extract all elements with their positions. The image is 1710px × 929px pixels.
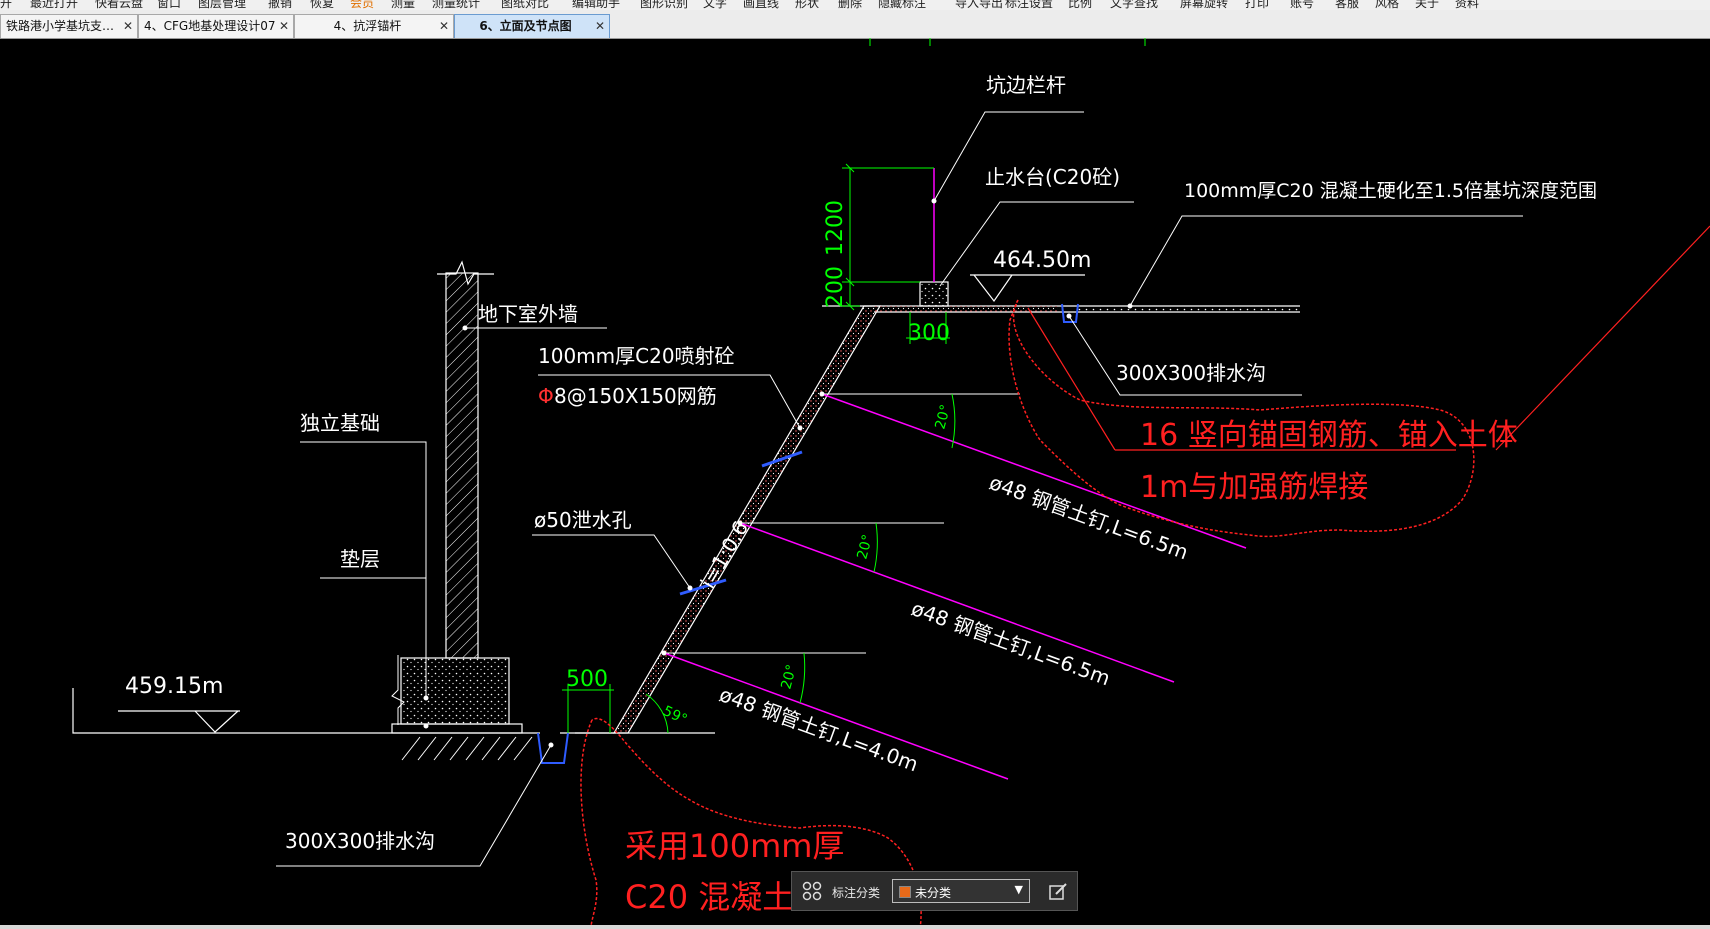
top-ticks (869, 38, 1146, 46)
water-stop-label: 止水台(C20砼) (985, 165, 1120, 189)
status-bar (0, 925, 1710, 929)
ditch-top-label: 300X300排水沟 (1116, 361, 1266, 385)
class-color-swatch (899, 886, 911, 898)
menu-item[interactable]: 快看云盘 (95, 0, 143, 10)
drawing-canvas[interactable]: 459.15m 地下室外墙 独立基础 垫层 300X300排水沟 464.50m… (0, 38, 1710, 929)
menu-item[interactable]: 客服 (1335, 0, 1359, 10)
mesh-phi-label: Φ (538, 384, 554, 408)
menu-item[interactable]: 测量 (391, 0, 415, 10)
dim-500-label: 500 (566, 667, 608, 692)
slope-face (612, 305, 882, 734)
cushion-label: 垫层 (340, 547, 380, 571)
tab-cfg-foundation[interactable]: 4、CFG地基处理设计0713 ✕ (138, 14, 294, 38)
tab-label: 4、CFG地基处理设计0713 (144, 19, 275, 33)
elevation-top-label: 464.50m (993, 248, 1091, 273)
markup-top-line1: 16 竖向锚固钢筋、锚入土体 (1140, 418, 1518, 453)
menu-item[interactable]: 关于 (1415, 0, 1439, 10)
menu-item[interactable]: 图层管理 (198, 0, 246, 10)
menu-bar: 开 最近打开 快看云盘 窗口 图层管理 撤销 恢复 会员 测量 测量统计 图纸对比 编辑助手 图形识别 文… (0, 0, 1710, 10)
isolated-foundation (400, 657, 510, 725)
drain-hole-label: ø50泄水孔 (534, 508, 632, 532)
angle-20-low-label: 20° (778, 663, 800, 691)
foundation-label: 独立基础 (300, 411, 380, 435)
menu-item[interactable]: 恢复 (310, 0, 334, 10)
tab-label: 铁路港小学基坑支… (6, 19, 115, 33)
class-select-value: 未分类 (915, 886, 952, 900)
nail-2-label: ø48 钢管土钉,L=6.5m (908, 596, 1113, 690)
shotcrete-label: 100mm厚C20喷射砼 (538, 344, 735, 368)
tab-label: 4、抗浮锚杆 (333, 19, 402, 33)
elevation-marker-top (970, 274, 1085, 303)
dim-200-label: 200 (823, 266, 848, 308)
menu-item[interactable]: 导入导出 (955, 0, 1003, 10)
drain-hole-leader (532, 534, 693, 591)
close-icon[interactable]: ✕ (595, 15, 605, 37)
chevron-down-icon: ▼ (1014, 883, 1023, 896)
menu-item[interactable]: 隐藏标注 (878, 0, 926, 10)
document-tab-bar: 铁路港小学基坑支… ✕ 4、CFG地基处理设计0713 ✕ 4、抗浮锚杆 ✕ 6… (0, 10, 1710, 39)
angle-59-label: 59° (660, 703, 689, 728)
annotation-class-panel: 标注分类 未分类 ▼ (791, 871, 1078, 911)
elevation-marker-bottom (118, 710, 240, 733)
menu-item[interactable]: 会员 (350, 0, 374, 10)
menu-item[interactable]: 开 (0, 0, 12, 10)
close-icon[interactable]: ✕ (439, 15, 449, 37)
menu-item[interactable]: 比例 (1068, 0, 1092, 10)
cushion-layer (391, 723, 523, 734)
menu-item[interactable]: 撤销 (268, 0, 292, 10)
elevation-bottom-label: 459.15m (125, 674, 223, 699)
menu-item[interactable]: 屏幕旋转 (1180, 0, 1228, 10)
edit-icon[interactable] (1047, 881, 1069, 903)
tab-anti-float-anchor[interactable]: 4、抗浮锚杆 ✕ (294, 14, 454, 38)
markup-leader-top (1027, 225, 1710, 451)
menu-item[interactable]: 图纸对比 (501, 0, 549, 10)
class-select[interactable]: 未分类 ▼ (892, 879, 1030, 903)
top-hardening (1078, 306, 1300, 312)
markup-top-line2: 1m与加强筋焊接 (1140, 470, 1368, 505)
angle-20-mid-label: 20° (854, 533, 876, 561)
menu-item[interactable]: 文字查找 (1110, 0, 1158, 10)
menu-item[interactable]: 图形识别 (640, 0, 688, 10)
close-icon[interactable]: ✕ (123, 15, 133, 37)
dim-1200-label: 1200 (823, 200, 848, 256)
markup-bottom-line1: 采用100mm厚 (625, 827, 844, 865)
basement-wall (445, 272, 479, 659)
angle-arcs (645, 393, 956, 734)
menu-item[interactable]: 风格 (1375, 0, 1399, 10)
menu-item[interactable]: 最近打开 (30, 0, 78, 10)
close-icon[interactable]: ✕ (279, 15, 289, 37)
grid-icon[interactable] (802, 881, 822, 901)
water-stop-platform (919, 281, 949, 307)
soil-hatch (401, 736, 533, 761)
wall-label: 地下室外墙 (478, 302, 578, 326)
angle-20-top-label: 20° (932, 403, 954, 431)
ditch-bottom-label: 300X300排水沟 (285, 829, 435, 853)
mesh-label: 8@150X150网筋 (554, 384, 717, 408)
class-panel-label: 标注分类 (832, 886, 881, 900)
menu-item[interactable]: 标注设置 (1005, 0, 1053, 10)
nail-3-label: ø48 钢管土钉,L=4.0m (716, 682, 921, 776)
menu-item[interactable]: 测量统计 (432, 0, 480, 10)
menu-item[interactable]: 删除 (838, 0, 862, 10)
tab-elevation-details[interactable]: 6、立面及节点图 ✕ (454, 14, 610, 38)
menu-item[interactable]: 资料 (1455, 0, 1479, 10)
railing-label: 坑边栏杆 (986, 73, 1066, 97)
menu-item[interactable]: 打印 (1245, 0, 1269, 10)
menu-item[interactable]: 文字 (703, 0, 727, 10)
menu-item[interactable]: 编辑助手 (572, 0, 620, 10)
menu-item[interactable]: 画直线 (743, 0, 779, 10)
tab-label: 6、立面及节点图 (479, 19, 572, 33)
dim-300-label: 300 (908, 321, 950, 346)
menu-item[interactable]: 账号 (1290, 0, 1314, 10)
menu-item[interactable]: 窗口 (157, 0, 181, 10)
hardening-label: 100mm厚C20 混凝土硬化至1.5倍基坑深度范围 (1184, 180, 1597, 202)
tab-railway-school-pit[interactable]: 铁路港小学基坑支… ✕ (0, 14, 138, 38)
menu-item[interactable]: 形状 (795, 0, 819, 10)
drain-ditch-top (1061, 303, 1079, 323)
